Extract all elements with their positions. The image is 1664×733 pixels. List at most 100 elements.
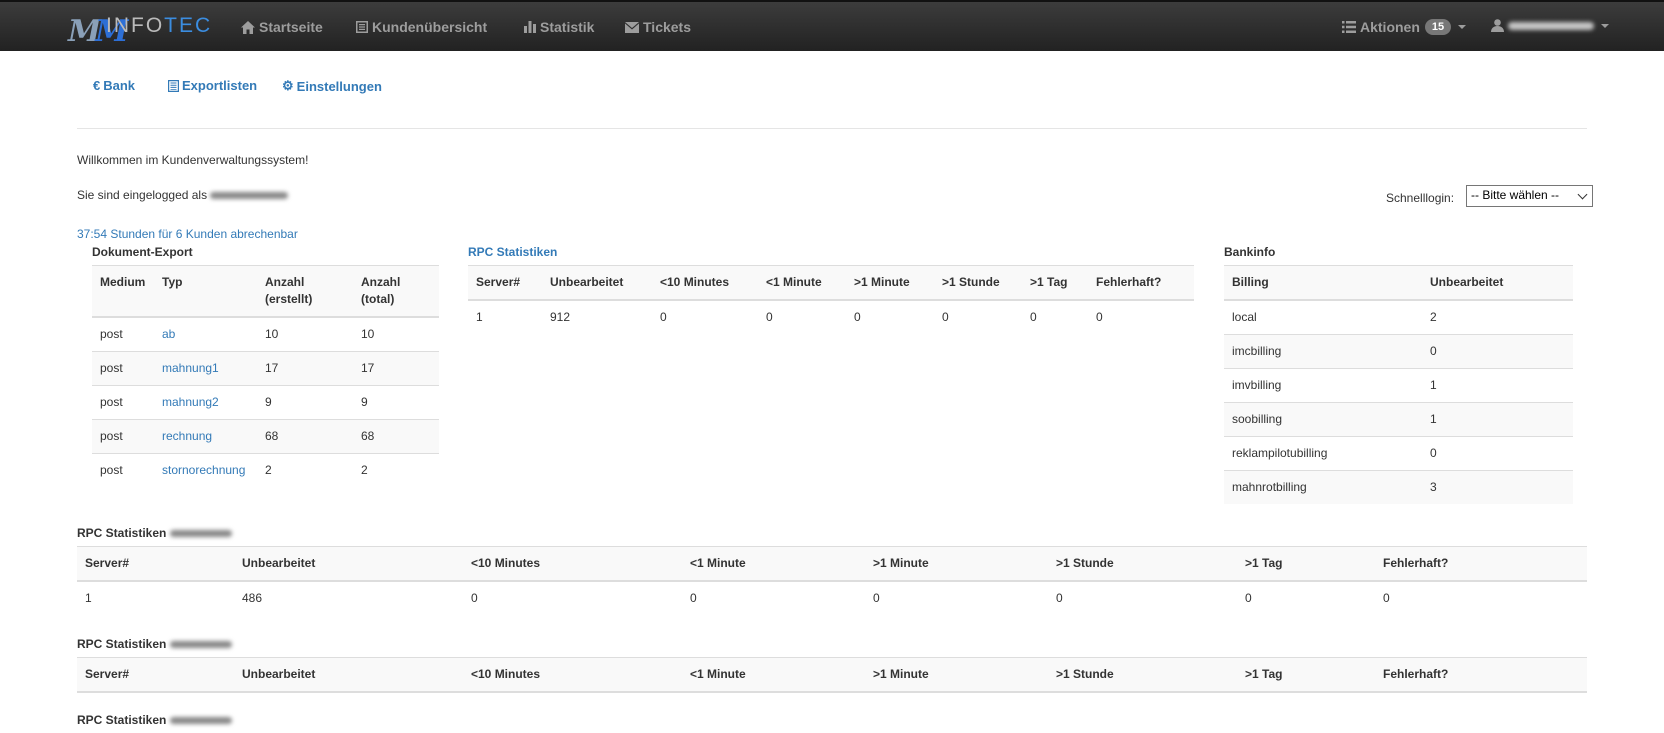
col-unbearbeitet: Unbearbeitet [1422, 265, 1573, 301]
table-row: 1 486 0 0 0 0 0 0 [77, 581, 1587, 615]
subnav-einstellungen[interactable]: ⚙ Einstellungen [282, 78, 382, 94]
nav-statistik[interactable]: Statistik [524, 19, 594, 35]
cell: 68 [257, 419, 353, 454]
col-gt1tag: >1 Tag [1237, 657, 1375, 693]
cell: 912 [542, 299, 652, 334]
cell: imvbilling [1224, 368, 1422, 403]
bar-chart-icon [524, 21, 536, 33]
cell: 0 [1237, 581, 1375, 615]
col-gt1tag: >1 Tag [1237, 546, 1375, 582]
cell: 17 [257, 351, 353, 386]
col-gt1min: >1 Minute [846, 265, 934, 301]
cell: 2 [1422, 299, 1573, 335]
rpc-section-title: RPC Statistiken [77, 713, 232, 727]
cell: 0 [463, 581, 682, 615]
cell: 68 [353, 419, 439, 454]
col-unbearbeitet: Unbearbeitet [542, 265, 652, 301]
billable-hours-link[interactable]: 37:54 Stunden für 6 Kunden abrechenbar [77, 227, 298, 241]
doc-type-link[interactable]: mahnung1 [162, 361, 219, 375]
rpc-statistiken-link[interactable]: RPC Statistiken [468, 245, 557, 259]
cell: 10 [353, 316, 439, 352]
nav-statistik-label: Statistik [540, 19, 595, 35]
col-gt1std: >1 Stunde [1048, 657, 1237, 693]
schnelllogin-select[interactable]: -- Bitte wählen -- [1466, 185, 1593, 207]
cell: 0 [934, 299, 1022, 334]
nav-startseite[interactable]: Startseite [241, 19, 323, 35]
user-icon [1491, 19, 1504, 32]
col-server: Server# [77, 657, 234, 693]
cell: mahnrotbilling [1224, 470, 1422, 504]
home-icon [241, 20, 255, 34]
col-fehlerhaft: Fehlerhaft? [1088, 265, 1194, 301]
doc-type-link[interactable]: ab [162, 327, 175, 341]
rpc-section-table: Server# Unbearbeitet <10 Minutes <1 Minu… [77, 546, 1587, 615]
nav-aktionen-dropdown[interactable]: Aktionen 15 [1342, 19, 1467, 35]
col-lt10min: <10 Minutes [463, 657, 682, 693]
col-medium: Medium [92, 265, 154, 318]
col-anzahl-total: Anzahl (total) [353, 265, 439, 318]
envelope-icon [625, 21, 639, 33]
cell: imcbilling [1224, 334, 1422, 369]
col-lt1min: <1 Minute [682, 546, 865, 582]
table-row: imvbilling 1 [1224, 368, 1573, 403]
cell: 0 [1048, 581, 1237, 615]
rpc-section-table: Server# Unbearbeitet <10 Minutes <1 Minu… [77, 657, 1587, 693]
col-lt1min: <1 Minute [758, 265, 846, 301]
table-row: post ab 10 10 [92, 316, 439, 352]
col-fehlerhaft: Fehlerhaft? [1375, 546, 1587, 582]
cell: 0 [1422, 436, 1573, 471]
table-row: post mahnung2 9 9 [92, 385, 439, 420]
table-row: post rechnung 68 68 [92, 419, 439, 454]
caret-down-icon [1458, 25, 1467, 29]
doc-type-link[interactable]: mahnung2 [162, 395, 219, 409]
col-gt1std: >1 Stunde [934, 265, 1022, 301]
table-row: local 2 [1224, 299, 1573, 335]
brand-text: INFOTEC [106, 14, 213, 37]
gear-icon: ⚙ [282, 78, 294, 93]
rpc-section-title: RPC Statistiken [77, 637, 232, 651]
col-gt1std: >1 Stunde [1048, 546, 1237, 582]
col-fehlerhaft: Fehlerhaft? [1375, 657, 1587, 693]
subnav-exportlisten[interactable]: Exportlisten [168, 78, 257, 93]
table-row: reklampilotubilling 0 [1224, 436, 1573, 471]
col-gt1tag: >1 Tag [1022, 265, 1088, 301]
rpc-main-table: Server# Unbearbeitet <10 Minutes <1 Minu… [468, 265, 1194, 334]
nav-tickets[interactable]: Tickets [625, 19, 691, 35]
cell: 0 [1422, 334, 1573, 369]
aktionen-count-badge: 15 [1424, 19, 1452, 35]
col-billing: Billing [1224, 265, 1422, 301]
server-name-redacted [169, 717, 232, 724]
col-gt1min: >1 Minute [865, 546, 1048, 582]
nav-startseite-label: Startseite [259, 19, 323, 35]
dokument-export-table: Medium Typ Anzahl (erstellt) Anzahl (tot… [92, 265, 439, 487]
nav-tickets-label: Tickets [643, 19, 691, 35]
cell: 2 [353, 453, 439, 487]
login-name-redacted [210, 192, 289, 199]
nav-aktionen-label: Aktionen [1360, 19, 1420, 35]
top-navbar: MM INFOTEC Startseite Kundenübersicht St… [0, 0, 1664, 51]
cell: 0 [652, 299, 758, 334]
table-row: mahnrotbilling 3 [1224, 470, 1573, 504]
subnav-bank[interactable]: € Bank [93, 78, 135, 93]
cell: 1 [468, 299, 542, 334]
nav-kundenuebersicht[interactable]: Kundenübersicht [356, 19, 487, 35]
col-gt1min: >1 Minute [865, 657, 1048, 693]
cell: post [92, 316, 154, 352]
cell: 0 [682, 581, 865, 615]
brand-logo[interactable]: MM INFOTEC [68, 8, 218, 49]
doc-type-link[interactable]: rechnung [162, 429, 212, 443]
rpc-section-title: RPC Statistiken [77, 526, 232, 540]
cell: 1 [1422, 368, 1573, 403]
subnav-exportlisten-label: Exportlisten [182, 78, 258, 93]
server-name-redacted [169, 641, 232, 648]
chevron-down-icon [1577, 189, 1588, 200]
cell: 9 [353, 385, 439, 420]
list-icon [1342, 21, 1356, 33]
list-alt-icon [356, 21, 368, 33]
cell: post [92, 419, 154, 454]
nav-user-dropdown[interactable] [1491, 19, 1609, 32]
cell: 0 [846, 299, 934, 334]
divider [77, 128, 1587, 129]
doc-type-link[interactable]: stornorechnung [162, 463, 245, 477]
col-unbearbeitet: Unbearbeitet [234, 657, 463, 693]
